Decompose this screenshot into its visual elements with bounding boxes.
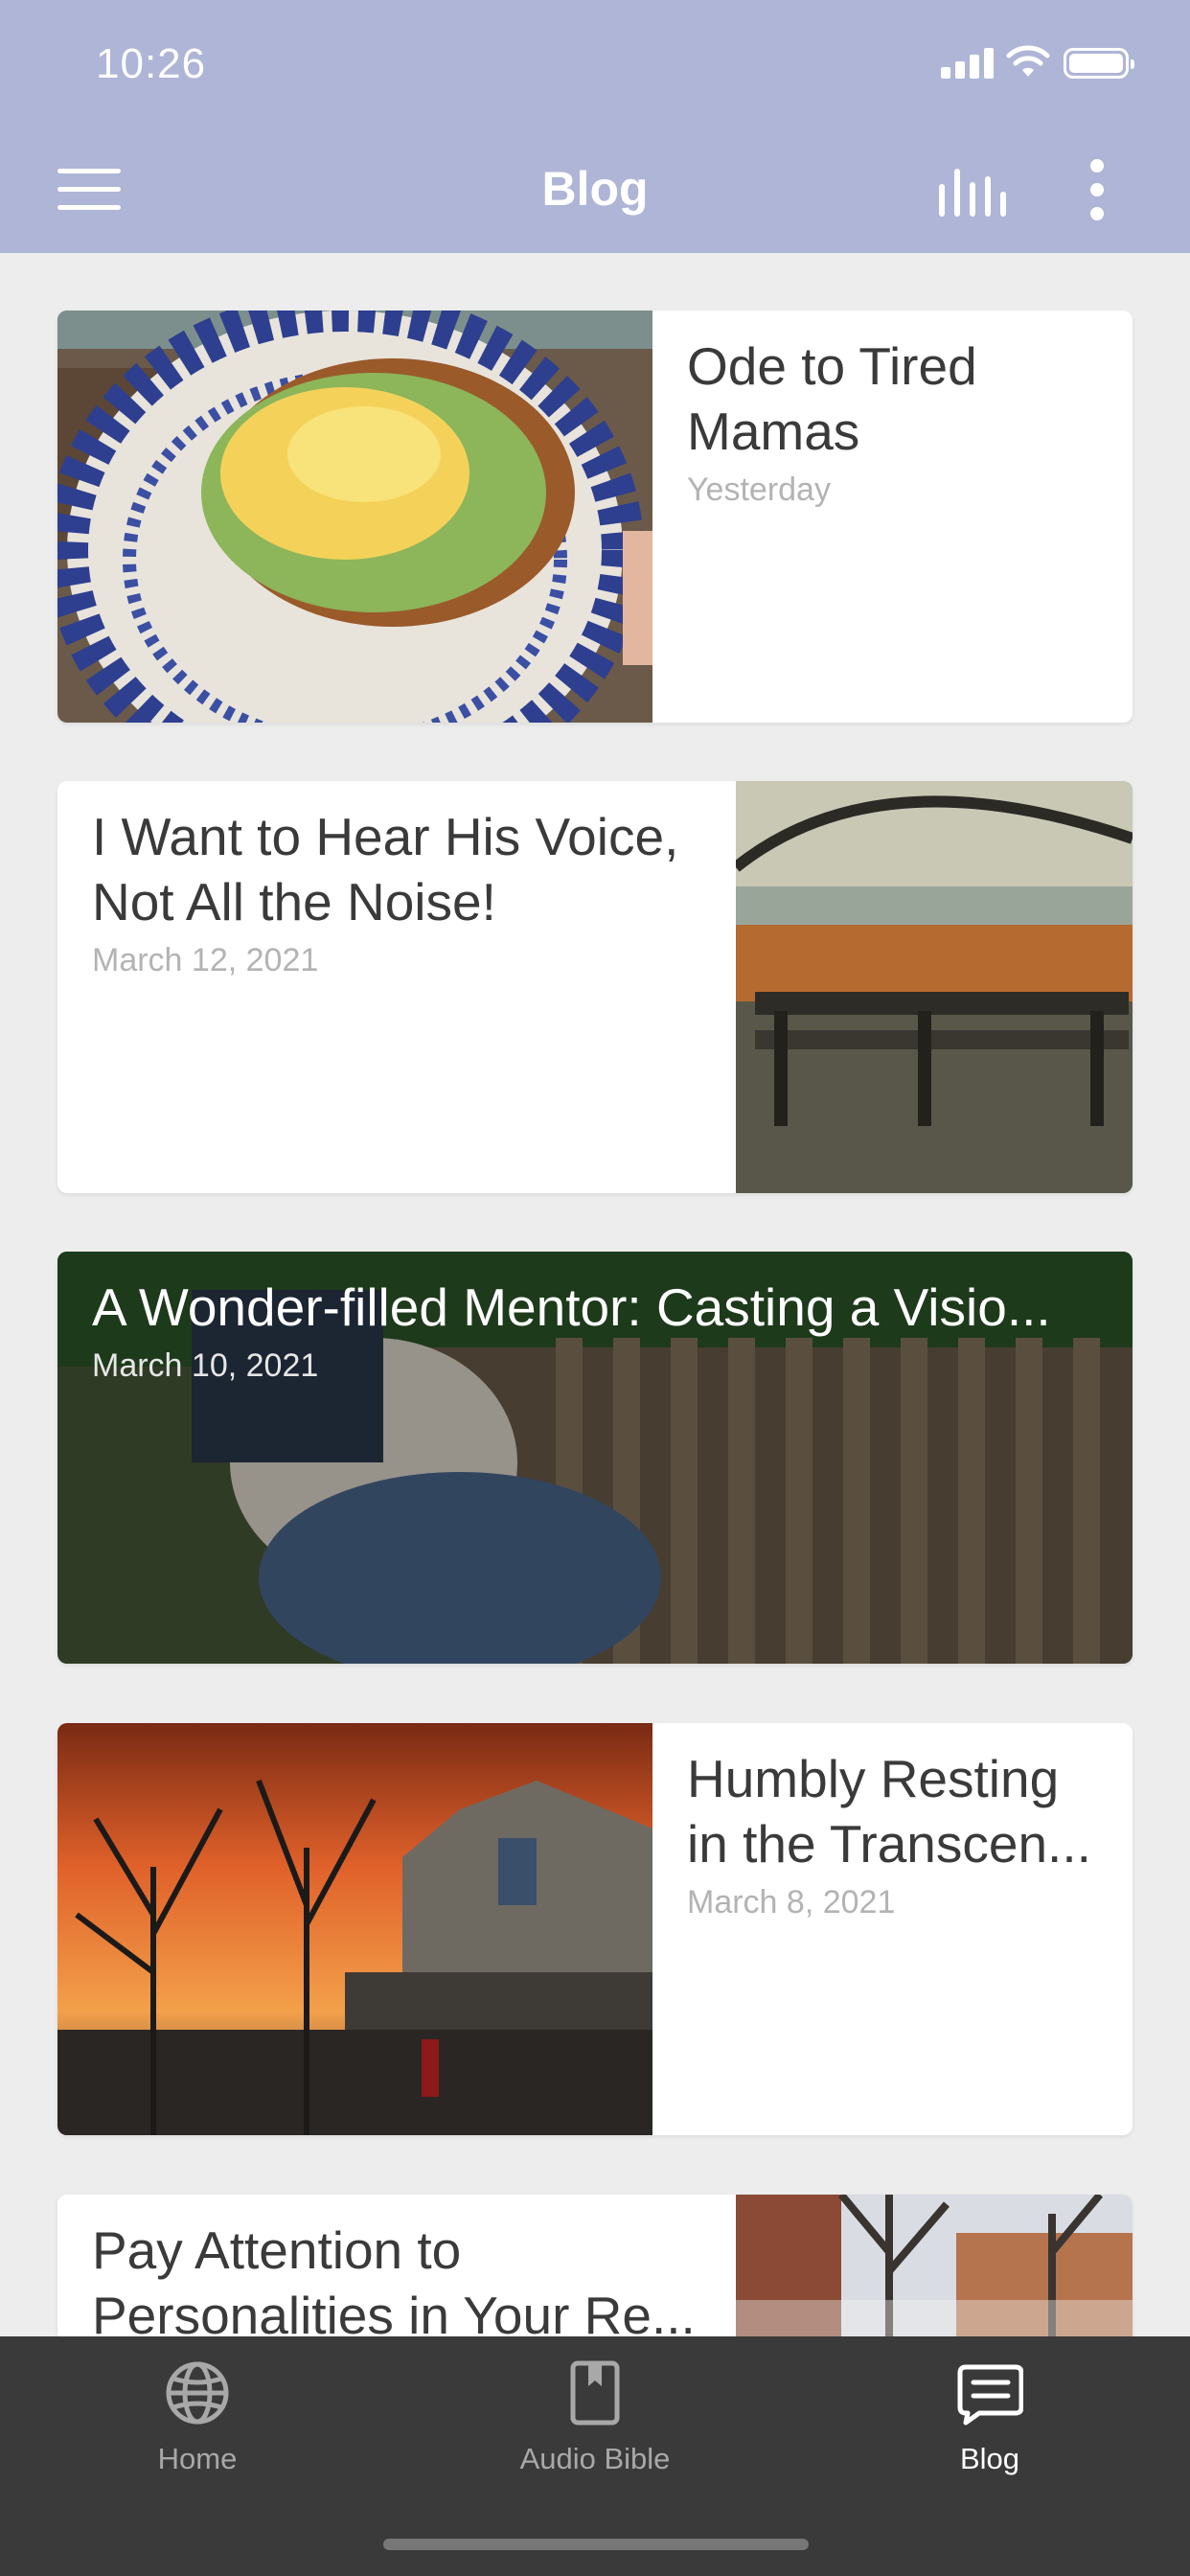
tab-label: Audio Bible	[519, 2442, 671, 2475]
more-options-button[interactable]	[1083, 159, 1111, 220]
globe-icon	[166, 2361, 229, 2425]
blog-icon	[957, 2364, 1023, 2426]
tab-audio-bible[interactable]: Audio Bible	[451, 2359, 739, 2513]
cellular-signal-icon	[941, 48, 995, 79]
status-icons	[941, 44, 1190, 82]
wifi-icon	[1006, 45, 1050, 77]
status-time: 10:26	[96, 40, 207, 87]
book-icon	[570, 2360, 620, 2426]
post-date: March 8, 2021	[687, 1884, 896, 1920]
post-card[interactable]: Humbly Resting in the Transcen... March …	[57, 1723, 1133, 2135]
post-image	[57, 1723, 652, 2135]
post-card[interactable]: I Want to Hear His Voice, Not All the No…	[57, 781, 1133, 1193]
post-card[interactable]: Ode to Tired Mamas Yesterday	[57, 310, 1133, 723]
post-card[interactable]: A Wonder-filled Mentor: Casting a Visio.…	[57, 1252, 1133, 1664]
post-image	[736, 781, 1133, 1193]
post-title: Pay Attention to Personalities in Your R…	[92, 2220, 696, 2345]
post-title: Ode to Tired Mamas	[687, 336, 977, 461]
audio-levels-button[interactable]	[939, 169, 1008, 217]
tab-label: Blog	[959, 2442, 1020, 2475]
page-title: Blog	[541, 162, 649, 216]
post-title: Humbly Resting in the Transcen...	[687, 1749, 1091, 1874]
home-indicator[interactable]	[383, 2539, 809, 2550]
post-date: Yesterday	[687, 472, 831, 508]
post-image	[57, 310, 652, 723]
battery-icon	[1064, 48, 1134, 79]
tab-label: Home	[157, 2442, 238, 2475]
post-title: I Want to Hear His Voice, Not All the No…	[92, 807, 679, 932]
app-header: 10:26 Blog	[0, 0, 1190, 253]
post-date: March 12, 2021	[92, 942, 319, 978]
post-date: March 10, 2021	[92, 1347, 319, 1384]
tab-blog[interactable]: Blog	[846, 2359, 1133, 2513]
tab-home[interactable]: Home	[54, 2359, 341, 2513]
post-title: A Wonder-filled Mentor: Casting a Visio.…	[92, 1277, 1051, 1337]
